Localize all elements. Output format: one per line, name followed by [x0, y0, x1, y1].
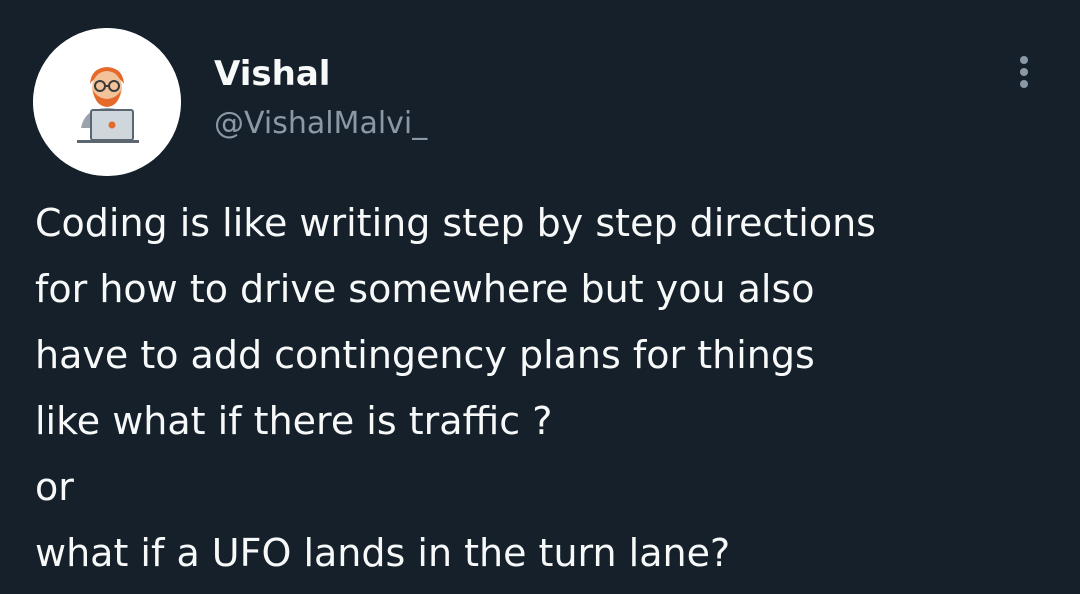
more-options-button[interactable] [1008, 52, 1040, 92]
tweet-text-line: what if a UFO lands in the turn lane? [35, 531, 731, 575]
author-display-name[interactable]: Vishal [214, 52, 330, 96]
tweet-text-line: have to add contingency plans for things [35, 333, 815, 377]
tweet-text-line: for how to drive somewhere but you also [35, 267, 815, 311]
tweet-card: Vishal @VishalMalvi_ Coding is like writ… [0, 0, 1080, 594]
tweet-text: Coding is like writing step by step dire… [35, 190, 1065, 586]
vertical-ellipsis-icon [1020, 56, 1028, 88]
tweet-text-line: or [35, 465, 74, 509]
author-handle[interactable]: @VishalMalvi_ [214, 104, 427, 144]
tweet-text-line: like what if there is traffic ? [35, 399, 553, 443]
avatar[interactable] [33, 28, 181, 176]
developer-avatar-icon [33, 28, 181, 176]
tweet-text-line: Coding is like writing step by step dire… [35, 201, 876, 245]
